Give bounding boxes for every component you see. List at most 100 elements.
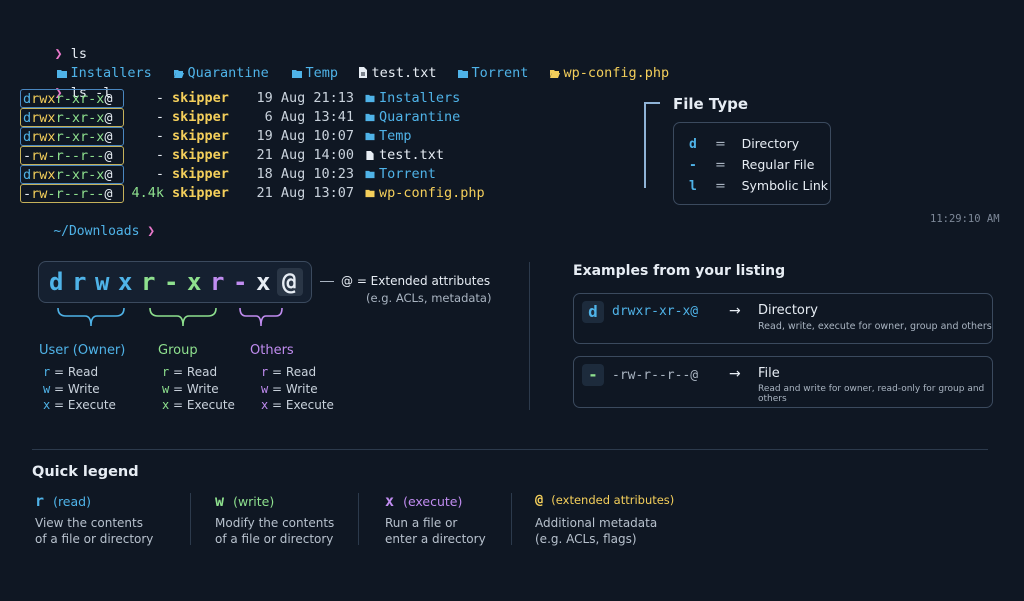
arrow-icon: → [729, 303, 741, 319]
examples-title: Examples from your listing [573, 263, 786, 279]
example-card-directory[interactable]: d drwxr-xr-x@ → Directory Read, write, e… [573, 293, 993, 344]
bracket-left [644, 102, 646, 188]
perm-legend-value: = Write [50, 381, 100, 396]
ls-item[interactable]: wp-config.php [517, 46, 669, 100]
date-cell: 18 Aug 10:23 [256, 166, 354, 182]
example-badge: - [582, 364, 604, 386]
legend-key: r [35, 492, 45, 510]
legend-key-label: (execute) [403, 494, 463, 509]
size-cell: - [155, 109, 164, 125]
legend-line: View the contents [35, 516, 143, 530]
size-cell: 4.4k [131, 185, 164, 201]
owner-cell: skipper [172, 166, 229, 182]
size-cell: - [155, 90, 164, 106]
perm-char-group-r: r [141, 268, 156, 296]
type-label: Directory [741, 136, 800, 151]
legend-read-head: r (read) [35, 492, 91, 510]
legend-key: x [385, 492, 395, 510]
date-cell: 21 Aug 14:00 [256, 147, 354, 163]
perm-legend-line: r = Read [162, 365, 217, 379]
perm-string: -rw-r--r--@ [20, 184, 124, 203]
file-name: Torrent [379, 166, 436, 182]
file-type-keys: d = Directory - = Regular File l = Symbolic… [689, 134, 828, 197]
perm-legend-line: x = Execute [43, 398, 116, 412]
perm-legend-value: = Execute [169, 398, 235, 412]
name-cell: Torrent [365, 165, 436, 184]
legend-attr-text: Additional metadata (e.g. ACLs, flags) [535, 515, 657, 547]
perm-char-others-w: - [233, 268, 248, 296]
size-cell: - [155, 166, 164, 182]
perm-legend-value: = Read [169, 365, 218, 379]
ls-item-label: Quarantine [187, 65, 269, 81]
legend-key-label: (read) [53, 494, 91, 509]
at-note: @ = Extended attributes [341, 274, 491, 288]
file-name: wp-config.php [379, 185, 485, 201]
perm-char-at: @ [282, 268, 297, 296]
legend-write-head: w (write) [215, 492, 274, 510]
at-note-examples: (e.g. ACLs, metadata) [366, 291, 492, 305]
legend-key-label: (write) [233, 494, 275, 509]
group-title-user: User (Owner) [39, 343, 126, 358]
type-eq: = [715, 158, 726, 173]
perm-legend-line: w = Write [43, 382, 100, 396]
owner-cell: skipper [172, 147, 229, 163]
size-cell: - [155, 147, 164, 163]
example-type: File [758, 366, 780, 381]
perm-string: drwxr-xr-x@ [20, 165, 124, 184]
permission-string-box: d r w x r - x r - x @ [38, 261, 312, 303]
brace-others [239, 307, 283, 327]
folder-icon [457, 70, 468, 78]
type-label: Regular File [741, 157, 815, 172]
file-type-title: File Type [673, 95, 749, 113]
legend-execute-text: Run a file or enter a directory [385, 515, 486, 547]
perm-legend-line: r = Read [43, 365, 98, 379]
legend-line: (e.g. ACLs, flags) [535, 532, 637, 546]
prompt-line-3: ~/Downloads ❯ [22, 205, 155, 259]
perm-legend-line: r = Read [261, 365, 316, 379]
example-desc: Read and write for owner, read-only for … [758, 384, 985, 404]
quick-legend-title: Quick legend [32, 464, 139, 480]
perm-legend-value: = Read [50, 365, 99, 379]
folder-icon [365, 113, 375, 122]
perm-legend-value: = Write [169, 381, 219, 396]
name-cell: Quarantine [365, 108, 460, 127]
name-cell: Temp [365, 127, 412, 146]
folder-icon [365, 94, 375, 103]
perm-string: drwxr-xr-x@ [20, 108, 124, 127]
type-key: d [689, 137, 697, 152]
date-cell: 19 Aug 10:07 [256, 128, 354, 144]
perm-legend-value: = Execute [50, 398, 116, 412]
section-divider [529, 262, 530, 410]
perm-char-user-w: w [95, 268, 110, 296]
php-file-icon [549, 70, 560, 78]
prompt-symbol: ❯ [147, 224, 156, 239]
legend-line: of a file or directory [35, 532, 154, 546]
legend-line: enter a directory [385, 532, 486, 546]
legend-write-text: Modify the contents of a file or director… [215, 515, 334, 547]
example-badge: d [582, 301, 604, 323]
example-type: Directory [758, 303, 818, 318]
file-type-box: d = Directory - = Regular File l = Symbolic… [673, 122, 831, 205]
type-key: l [689, 179, 697, 194]
perm-char-type: d [49, 268, 64, 296]
perm-char-user-x: x [118, 268, 133, 296]
type-eq: = [715, 179, 726, 194]
perm-char-others-r: r [210, 268, 225, 296]
file-icon [366, 151, 374, 160]
example-desc: Read, write, execute for owner, group an… [758, 321, 992, 332]
legend-line: Run a file or [385, 516, 458, 530]
brace-group [149, 307, 217, 327]
legend-attr-head: @ (extended attributes) [535, 492, 674, 508]
group-title-group: Group [158, 343, 198, 358]
example-card-file[interactable]: - -rw-r--r--@ → File Read and write for … [573, 356, 993, 408]
perm-char-user-r: r [72, 268, 87, 296]
perm-string: drwxr-xr-x@ [20, 127, 124, 146]
name-cell: test.txt [365, 146, 444, 165]
name-cell: Installers [365, 89, 460, 108]
arrow-icon: → [729, 366, 741, 382]
date-cell: 21 Aug 13:07 [256, 185, 354, 201]
date-cell: 19 Aug 21:13 [256, 90, 354, 106]
legend-separator [511, 493, 512, 545]
example-perm: drwxr-xr-x@ [612, 304, 699, 319]
perm-string: -rw-r--r--@ [20, 146, 124, 165]
